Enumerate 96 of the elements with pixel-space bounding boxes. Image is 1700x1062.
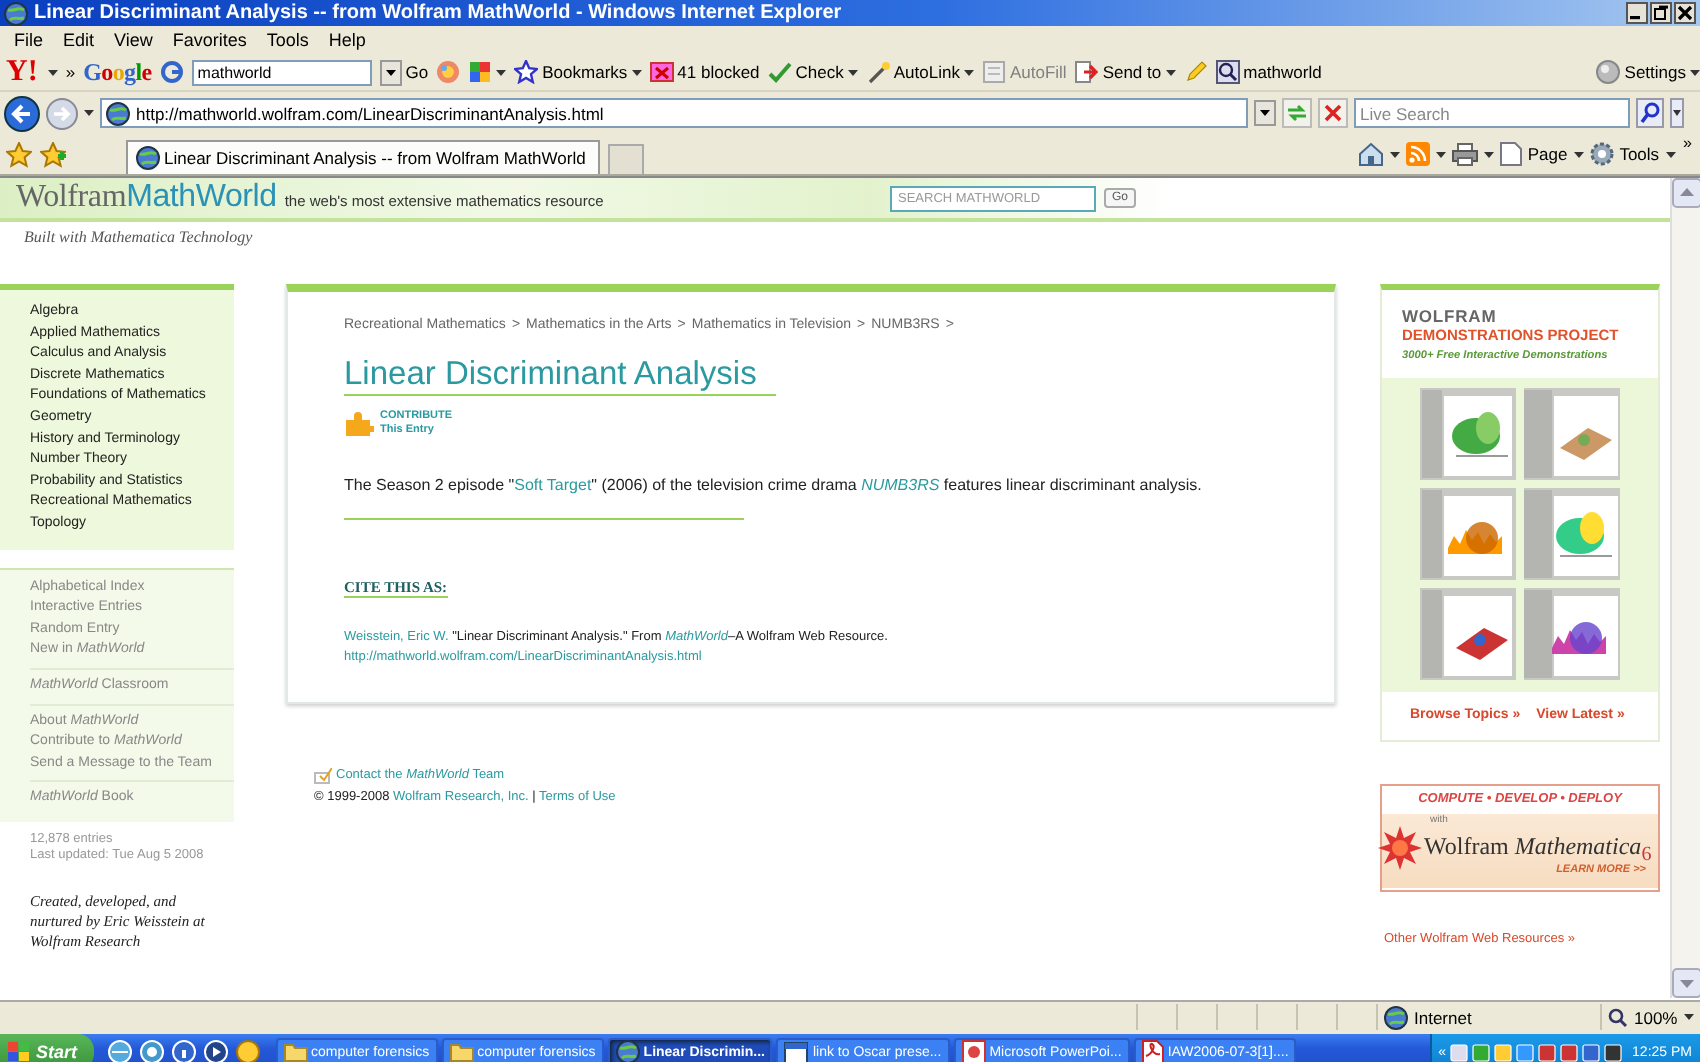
close-button[interactable] bbox=[1674, 2, 1696, 24]
form-icon bbox=[981, 60, 1006, 84]
caret-icon bbox=[496, 69, 507, 75]
pencil-button[interactable] bbox=[1183, 57, 1208, 87]
caret-icon bbox=[1690, 69, 1700, 75]
maximize-button[interactable] bbox=[1650, 2, 1672, 24]
feed-icon bbox=[1405, 142, 1430, 166]
ball-icon bbox=[1596, 60, 1621, 84]
page-button[interactable]: Page bbox=[1499, 142, 1584, 166]
pdf-icon bbox=[1141, 1040, 1164, 1062]
highlight-button[interactable]: mathworld bbox=[1215, 57, 1322, 87]
play-icon[interactable] bbox=[203, 1040, 228, 1062]
caret-icon bbox=[1573, 151, 1584, 157]
add-favorite-icon[interactable] bbox=[40, 141, 66, 167]
slides-icon bbox=[961, 1040, 986, 1062]
pencil-icon bbox=[1183, 60, 1208, 84]
yahoo-logo[interactable]: Y! bbox=[6, 57, 58, 87]
printer-icon bbox=[1451, 142, 1478, 166]
browser-tab[interactable]: Linear Discriminant Analysis -- from Wolfram MathWorld bbox=[126, 140, 600, 174]
puzzle-button[interactable] bbox=[468, 57, 507, 87]
wand-icon bbox=[865, 60, 890, 84]
zone-text: Internet bbox=[1414, 1007, 1472, 1027]
menu-item[interactable]: Favorites bbox=[162, 30, 257, 50]
scroll-up-button[interactable] bbox=[1672, 178, 1700, 208]
caret-icon bbox=[963, 69, 974, 75]
caret-icon bbox=[1435, 151, 1446, 157]
zoom-icon bbox=[1608, 1007, 1628, 1027]
demos-brand: WOLFRAM bbox=[1402, 306, 1499, 326]
caret-icon bbox=[84, 110, 94, 116]
folder-icon bbox=[283, 1042, 308, 1062]
puzzle-piece-icon bbox=[344, 411, 376, 435]
forward-button[interactable] bbox=[46, 97, 78, 129]
check-mark-icon bbox=[767, 60, 792, 84]
page-arrow-icon bbox=[1074, 60, 1099, 84]
magnifier-icon bbox=[1215, 60, 1240, 84]
caret-icon bbox=[847, 69, 858, 75]
more-button[interactable]: » bbox=[1683, 134, 1700, 152]
back-button[interactable] bbox=[4, 95, 40, 131]
caret-icon[interactable] bbox=[1670, 98, 1684, 128]
search-engine-icon bbox=[159, 60, 184, 84]
feeds-button[interactable] bbox=[1405, 142, 1446, 166]
page-icon bbox=[1499, 142, 1522, 166]
product-name: Wolfram Mathematica$_{6}$ bbox=[1424, 831, 1652, 865]
check-button[interactable]: Check bbox=[767, 57, 858, 87]
search-field[interactable]: mathworld bbox=[191, 59, 372, 85]
search-button[interactable] bbox=[1636, 98, 1664, 128]
scroll-down-button[interactable] bbox=[1672, 968, 1700, 998]
dropdown-button[interactable] bbox=[1254, 100, 1276, 126]
google-logo: Google bbox=[83, 57, 152, 87]
site-logo[interactable]: WolframMathWorld bbox=[16, 180, 277, 216]
inline-link[interactable]: Soft Target bbox=[514, 476, 592, 494]
caret-icon bbox=[1389, 151, 1400, 157]
article-title: Linear Discriminant Analysis bbox=[344, 356, 777, 396]
caret-icon bbox=[1665, 151, 1676, 157]
send-to-button[interactable]: Send to bbox=[1074, 57, 1176, 87]
house-icon bbox=[1357, 142, 1384, 166]
address-field[interactable]: http://mathworld.wolfram.com/LinearDiscriminantAnalysis.html bbox=[100, 98, 1248, 128]
menu-item[interactable]: Tools bbox=[256, 30, 319, 50]
minimize-button[interactable] bbox=[1626, 2, 1648, 24]
caret-icon bbox=[1165, 69, 1176, 75]
dropdown-button[interactable] bbox=[379, 59, 402, 85]
blocked-button[interactable]: 41 blocked bbox=[649, 57, 760, 87]
bookmarks-button[interactable]: Bookmarks bbox=[514, 57, 642, 87]
menu-item[interactable]: Edit bbox=[53, 30, 105, 50]
home-button[interactable] bbox=[1357, 142, 1400, 166]
caret-icon bbox=[631, 69, 642, 75]
caret-icon bbox=[1483, 151, 1494, 157]
caret-icon bbox=[1683, 1014, 1694, 1020]
gear-icon bbox=[1589, 142, 1614, 166]
more-button[interactable]: » bbox=[65, 57, 76, 87]
window-icon bbox=[784, 1041, 809, 1062]
print-button[interactable] bbox=[1451, 142, 1494, 166]
menu-item[interactable]: View bbox=[104, 30, 163, 50]
zoom-button[interactable]: 100% bbox=[1600, 1004, 1700, 1030]
info-icon[interactable] bbox=[171, 1040, 196, 1062]
menu-item[interactable]: Help bbox=[318, 30, 376, 50]
spiky-star-icon bbox=[1378, 826, 1422, 870]
description-text: The Season 2 episode "Soft Target" (2006) of the television crime drama NUMB3RS features linear discriminant analysis. bbox=[344, 476, 1204, 494]
menu-item[interactable]: File bbox=[4, 30, 54, 50]
folder-icon bbox=[449, 1042, 474, 1062]
favorites-star-icon[interactable] bbox=[6, 141, 32, 167]
star-icon bbox=[514, 60, 539, 84]
smiley-face-icon[interactable] bbox=[235, 1040, 260, 1062]
stop-button[interactable] bbox=[1318, 98, 1348, 128]
puzzle-icon bbox=[468, 60, 493, 84]
caret-icon bbox=[47, 69, 58, 75]
blocked-window-icon bbox=[649, 60, 674, 84]
search-field[interactable]: Live Search bbox=[1354, 98, 1630, 128]
windows-flag-icon bbox=[8, 1042, 30, 1062]
envelope-check-icon bbox=[314, 767, 332, 783]
autolink-button[interactable]: AutoLink bbox=[865, 57, 974, 87]
site-subtitle: Built with Mathematica Technology bbox=[22, 226, 255, 246]
settings-button[interactable]: Settings bbox=[1596, 57, 1700, 87]
window-title: Linear Discriminant Analysis -- from Wolfram MathWorld - Windows Internet Explorer bbox=[34, 2, 844, 24]
go-button[interactable]: Go bbox=[405, 57, 429, 87]
tools-button[interactable]: Tools bbox=[1589, 142, 1676, 166]
